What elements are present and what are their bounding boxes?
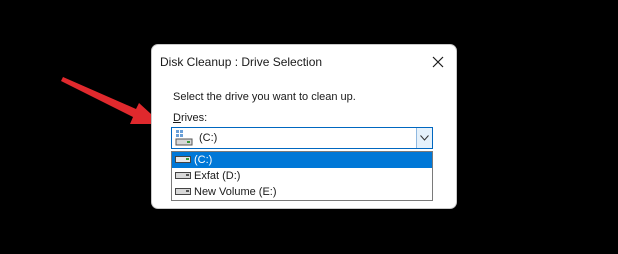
list-item[interactable]: (C:) xyxy=(172,152,432,168)
chevron-down-icon xyxy=(420,135,429,141)
drive-selection-dialog: Disk Cleanup : Drive Selection Select th… xyxy=(151,44,457,209)
windows-drive-icon xyxy=(175,130,193,146)
list-item[interactable]: Exfat (D:) xyxy=(172,168,432,184)
drive-icon xyxy=(175,156,191,163)
drive-icon xyxy=(175,172,191,179)
drives-combobox[interactable]: (C:) xyxy=(171,127,433,149)
instruction-text: Select the drive you want to clean up. xyxy=(173,91,356,103)
list-item[interactable]: New Volume (E:) xyxy=(172,184,432,200)
list-item-label: (C:) xyxy=(194,154,213,166)
combobox-selected-value: (C:) xyxy=(199,132,218,144)
dropdown-button[interactable] xyxy=(416,128,432,148)
drives-dropdown-list: (C:) Exfat (D:) New Volume (E:) xyxy=(171,151,433,201)
close-button[interactable] xyxy=(426,51,450,73)
drives-label-accelerator: D xyxy=(173,112,181,124)
dialog-title: Disk Cleanup : Drive Selection xyxy=(160,55,323,69)
close-icon xyxy=(432,56,444,68)
drive-icon xyxy=(175,188,191,195)
drives-label-text: rives: xyxy=(180,112,208,124)
list-item-label: Exfat (D:) xyxy=(194,170,241,182)
drives-label: Drives: xyxy=(173,112,207,124)
list-item-label: New Volume (E:) xyxy=(194,186,277,198)
